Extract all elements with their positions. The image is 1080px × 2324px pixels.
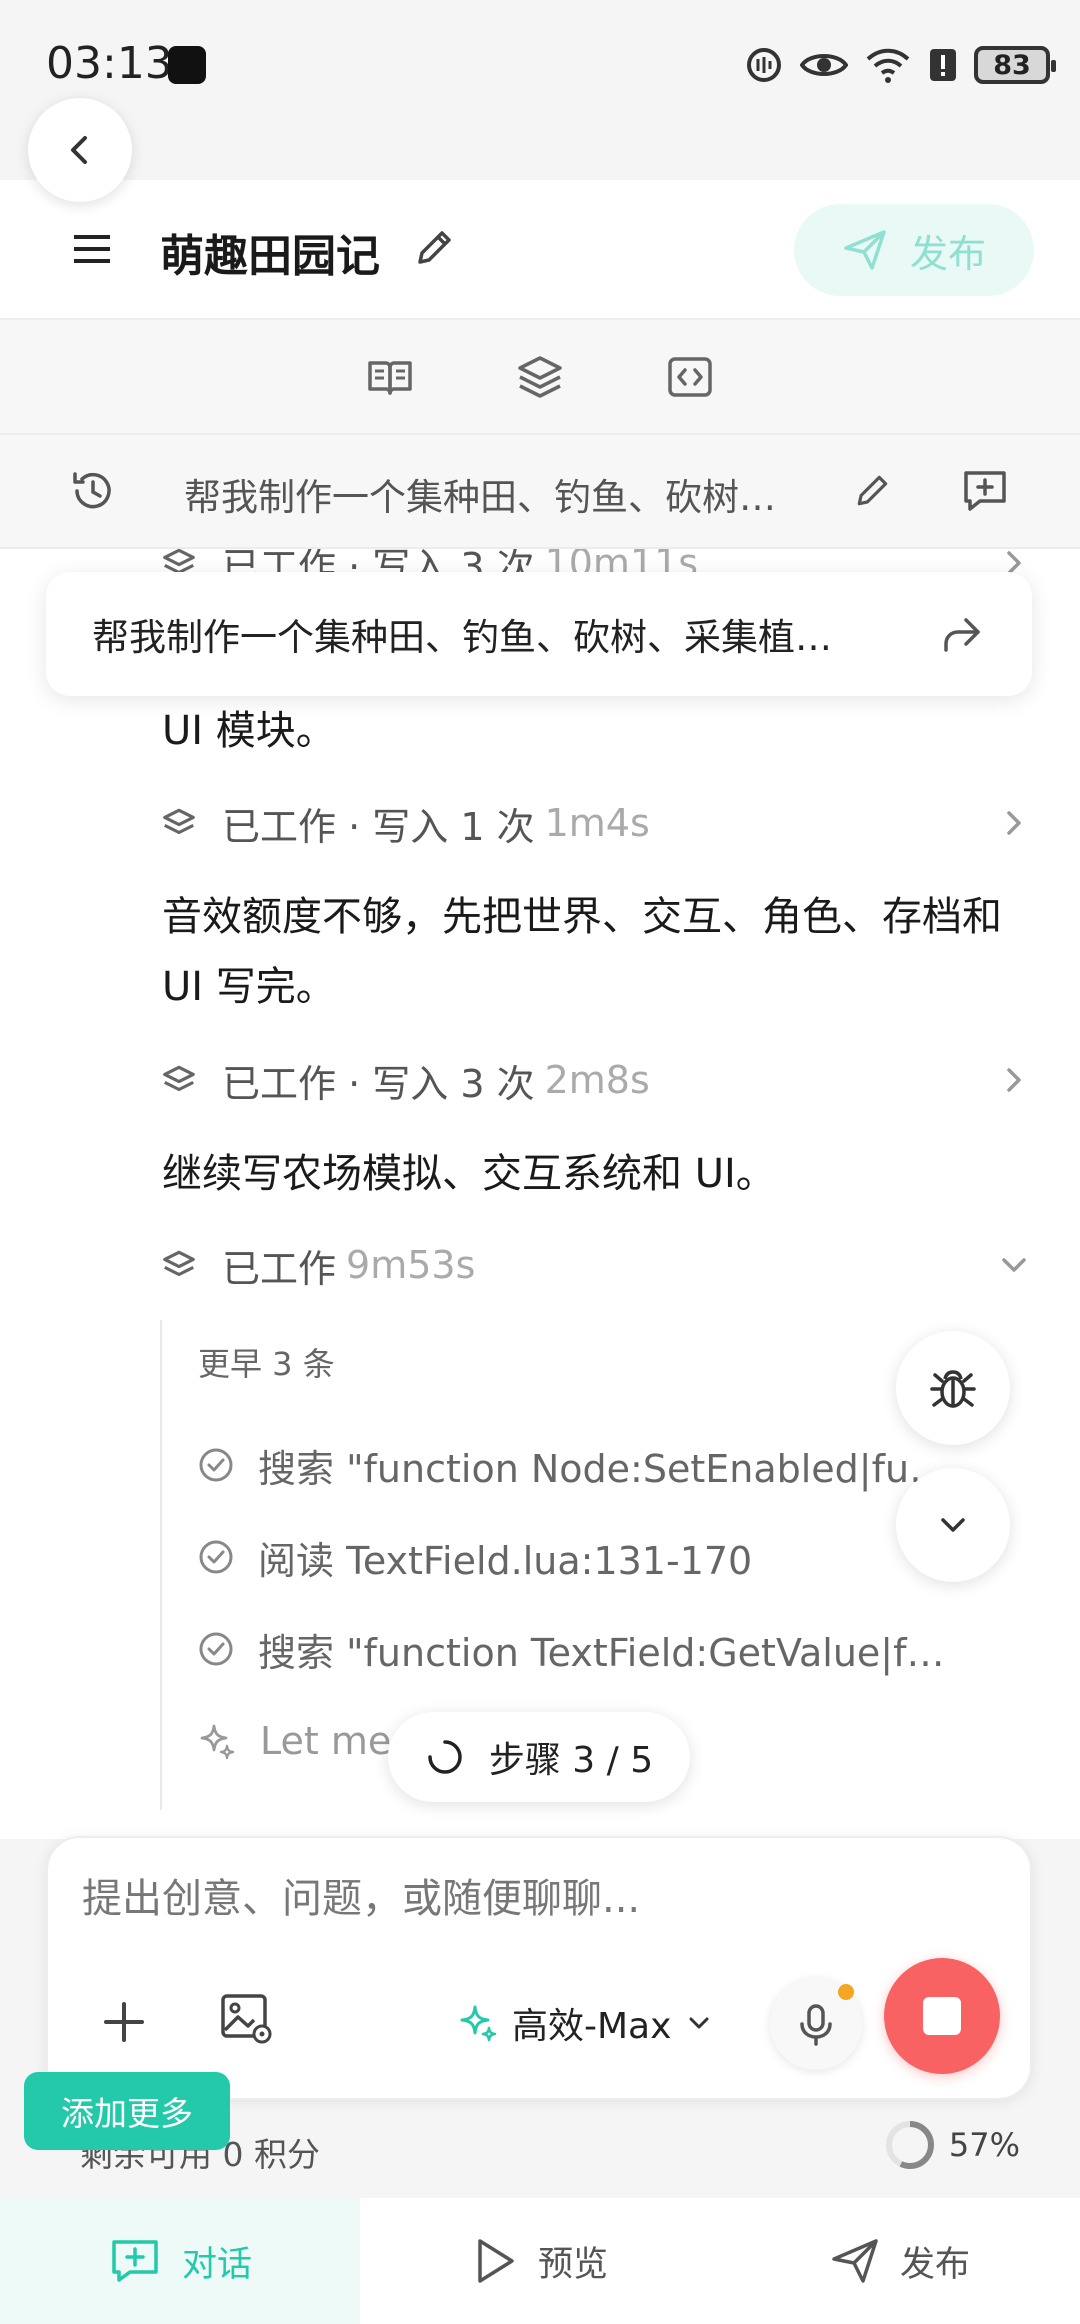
check-circle-icon (199, 1632, 233, 1666)
chevron-down-icon (1002, 1258, 1026, 1272)
battery-indicator: 83 (974, 46, 1056, 84)
book-icon[interactable] (366, 353, 414, 401)
work-label: 已工作 · 写入 3 次 (222, 1061, 535, 1106)
progress-ring (885, 2121, 934, 2169)
send-icon (844, 230, 886, 270)
nfc-icon (747, 48, 781, 82)
chevron-left-icon (71, 136, 87, 164)
stop-icon (923, 1997, 961, 2035)
edit-prompt-icon[interactable] (852, 471, 892, 511)
sparkle-icon (200, 1724, 235, 1760)
nav-publish-label: 发布 (899, 2244, 970, 2285)
publish-button-top[interactable]: 发布 (794, 204, 1034, 296)
mic-notification-dot (838, 1984, 854, 2000)
sparkle-icon (460, 2005, 497, 2042)
check-circle-icon (199, 1540, 233, 1574)
spinner-icon (428, 1740, 462, 1774)
nav-chat[interactable]: 对话 (0, 2198, 360, 2324)
check-circle-icon (199, 1448, 233, 1482)
floating-prompt-text: 帮我制作一个集种田、钓鱼、砍树、采集植… (92, 616, 832, 659)
chevron-right-icon (1007, 811, 1021, 835)
work-label: 已工作 · 写入 1 次 (222, 804, 535, 849)
project-title: 萌趣田园记 (160, 231, 380, 282)
status-bar: 03:13 83 (0, 0, 1080, 130)
chat-area: 已工作 · 写入 3 次 10m11s UI 模块。 已工作 · 写入 1 次 … (0, 549, 1080, 1839)
message-input[interactable] (82, 1876, 982, 1922)
chat-plus-icon (112, 2240, 158, 2282)
eye-icon (800, 54, 848, 76)
status-icons: 83 (744, 40, 1056, 90)
work-row[interactable]: 已工作 · 写入 1 次 1m4s (160, 793, 1030, 853)
plus-icon[interactable] (100, 1998, 148, 2046)
progress-label: 57% (948, 2126, 1020, 2164)
nav-preview[interactable]: 预览 (360, 2198, 720, 2324)
step-progress-label: 步骤 3 / 5 (488, 1740, 654, 1781)
layers-icon (163, 1250, 195, 1277)
message-input-card: 高效-Max (46, 1836, 1032, 2100)
prompt-summary[interactable]: 帮我制作一个集种田、钓鱼、砍树… (184, 467, 844, 521)
work-row-expanded[interactable]: 已工作 9m53s (160, 1235, 1030, 1295)
context-usage: 57% (883, 2118, 1020, 2172)
nav-chat-label: 对话 (181, 2244, 252, 2285)
status-time: 03:13 (46, 38, 173, 89)
code-icon[interactable] (666, 353, 714, 401)
step-item: 阅读 TextField.lua:131-170 (198, 1527, 948, 1587)
model-name: 高效-Max (512, 2006, 672, 2047)
step-text: 搜索 "function Node:SetEnabled|fu… (258, 1446, 948, 1491)
menu-icon[interactable] (70, 229, 114, 269)
bug-icon (930, 1370, 976, 1408)
floating-prompt-card[interactable]: 帮我制作一个集种田、钓鱼、砍树、采集植… (46, 572, 1032, 696)
send-icon (832, 2239, 878, 2283)
microphone-icon (800, 2004, 832, 2046)
assistant-message: UI 模块。 (162, 708, 336, 754)
layers-icon[interactable] (516, 353, 564, 401)
assistant-message: 音效额度不够，先把世界、交互、角色、存档和 UI 写完。 (162, 894, 1002, 1010)
tiktok-icon (168, 46, 206, 84)
back-button[interactable] (28, 98, 132, 202)
publish-label: 发布 (909, 231, 986, 276)
voice-input-button[interactable] (770, 1978, 862, 2070)
bottom-nav: 对话 预览 发布 (0, 2198, 1080, 2324)
work-duration: 1m4s (544, 801, 650, 845)
layers-icon (163, 808, 195, 835)
work-row[interactable]: 已工作 · 写入 3 次 2m8s (160, 1050, 1030, 1110)
work-duration: 2m8s (544, 1058, 650, 1102)
thread-line (160, 1320, 162, 1810)
wifi-icon (866, 48, 910, 83)
chevron-down-icon (689, 2017, 709, 2029)
share-arrow-icon[interactable] (940, 612, 984, 656)
step-item: 搜索 "function Node:SetEnabled|fu… (198, 1435, 948, 1495)
view-toolbar (0, 320, 1080, 435)
step-progress-pill: 步骤 3 / 5 (388, 1712, 690, 1802)
new-chat-icon[interactable] (960, 467, 1010, 515)
play-icon (478, 2239, 514, 2283)
image-settings-icon[interactable] (218, 1990, 274, 2046)
work-duration: 9m53s (346, 1243, 476, 1287)
edit-pencil-icon[interactable] (412, 226, 456, 270)
debug-button[interactable] (896, 1331, 1010, 1445)
step-text: 阅读 TextField.lua:131-170 (258, 1538, 753, 1583)
assistant-message: 继续写农场模拟、交互系统和 UI。 (162, 1151, 776, 1197)
step-text: 搜索 "function TextField:GetValue|fu… (258, 1630, 948, 1675)
stop-generation-button[interactable] (884, 1958, 1000, 2074)
layers-icon (163, 1065, 195, 1092)
scroll-down-button[interactable] (896, 1468, 1010, 1582)
nav-publish[interactable]: 发布 (720, 2198, 1080, 2324)
add-more-button[interactable]: 添加更多 (24, 2072, 230, 2150)
prompt-bar: 帮我制作一个集种田、钓鱼、砍树… (0, 435, 1080, 549)
model-selector[interactable]: 高效-Max (458, 1990, 713, 2056)
work-label: 已工作 (222, 1246, 337, 1291)
chevron-down-icon (941, 1518, 965, 1532)
app-header: 萌趣田园记 发布 (0, 180, 1080, 320)
step-item: 搜索 "function TextField:GetValue|fu… (198, 1619, 948, 1679)
history-icon[interactable] (70, 468, 116, 514)
chevron-right-icon (1007, 1068, 1021, 1092)
alert-icon (930, 49, 956, 81)
earlier-items-link[interactable]: 更早 3 条 (198, 1339, 335, 1385)
nav-preview-label: 预览 (537, 2244, 608, 2285)
